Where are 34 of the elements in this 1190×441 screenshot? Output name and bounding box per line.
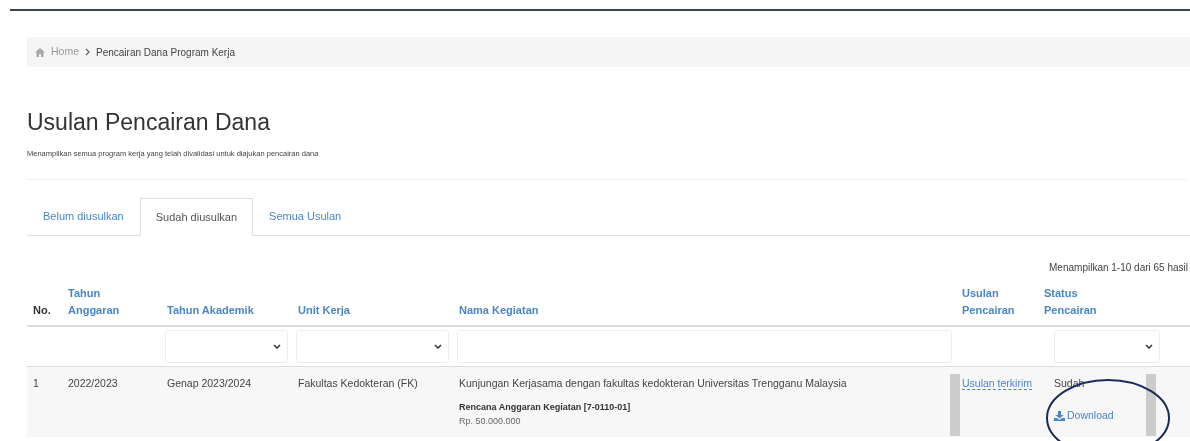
column-header[interactable]: Usulan Pencairan: [962, 285, 1032, 320]
table-cell: 2022/2023: [68, 377, 118, 390]
column-header[interactable]: Tahun Akademik: [167, 302, 286, 320]
caret-icon: [434, 344, 442, 350]
tab[interactable]: Semua Usulan: [253, 197, 358, 236]
column-header[interactable]: Unit Kerja: [298, 302, 447, 320]
caret-icon: [273, 344, 281, 350]
activity-name: Kunjungan Kerjasama dengan fakultas kedokteran Universitas Trengganu Malaysia: [459, 376, 848, 392]
column-header: No.: [33, 303, 52, 319]
table-cell: Fakultas Kedokteran (FK): [298, 377, 418, 390]
budget-amount: Rp. 50.000.000: [459, 414, 522, 428]
filter-select[interactable]: [165, 330, 288, 364]
breadcrumb-item: Pencairan Dana Program Kerja: [96, 45, 235, 60]
results-summary: Menampilkan 1-10 dari 65 hasil: [1049, 261, 1188, 276]
chevron-icon: [85, 48, 90, 56]
filter-select[interactable]: [296, 330, 449, 364]
breadcrumb-item[interactable]: Home: [51, 44, 79, 60]
column-header[interactable]: Nama Kegiatan: [459, 302, 950, 320]
column-header[interactable]: Tahun Anggaran: [68, 285, 143, 320]
download-icon: [1054, 410, 1065, 421]
scrollbar: [1146, 374, 1156, 437]
page-title: Usulan Pencairan Dana: [27, 111, 271, 134]
status-link[interactable]: Usulan terkirim: [962, 377, 1032, 391]
download-link[interactable]: Download: [1054, 408, 1114, 424]
filter-select[interactable]: [1054, 330, 1160, 364]
budget-plan: Rencana Anggaran Kegiatan [7-0110-01]: [459, 401, 632, 414]
home-icon: [35, 47, 45, 57]
table-cell: Genap 2023/2024: [167, 377, 252, 390]
column-header[interactable]: Status Pencairan: [1044, 285, 1119, 320]
tab[interactable]: Sudah diusulkan: [139, 198, 254, 237]
table-cell: 1: [33, 377, 39, 390]
scrollbar: [950, 374, 960, 437]
caret-icon: [1145, 344, 1153, 350]
tab[interactable]: Belum diusulkan: [27, 197, 140, 236]
